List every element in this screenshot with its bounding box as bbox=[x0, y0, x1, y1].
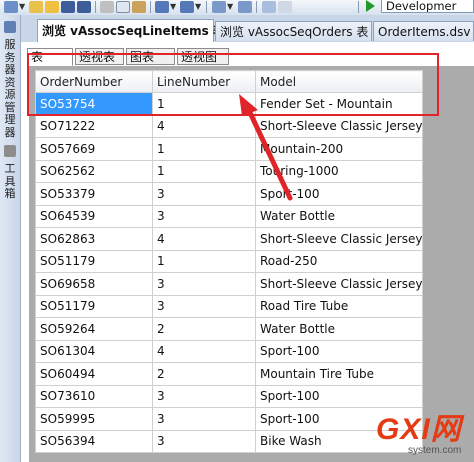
watermark-logo: GXI网 system.com bbox=[376, 414, 474, 462]
annotation-arrow bbox=[239, 94, 293, 201]
watermark-url: system.com bbox=[408, 445, 462, 456]
watermark-brand: GXI网 bbox=[376, 413, 462, 446]
